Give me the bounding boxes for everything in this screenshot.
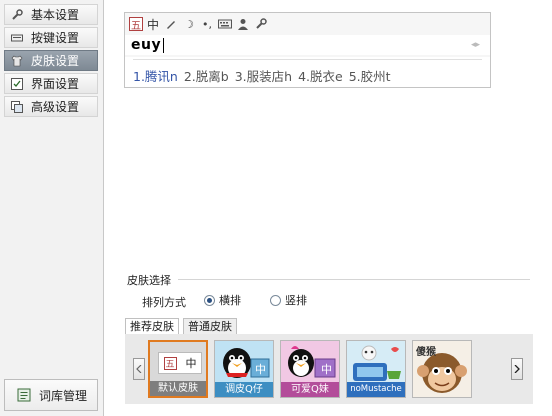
- candidate-item[interactable]: 5.胶州t: [349, 66, 391, 85]
- user-icon[interactable]: [235, 17, 251, 31]
- skin-thumb-default[interactable]: 五 中 默认皮肤: [148, 340, 208, 398]
- candidate-item[interactable]: 3.服装店h: [235, 66, 292, 85]
- sidebar-item-skin-settings[interactable]: 皮肤设置: [4, 50, 98, 71]
- sidebar: 基本设置 按键设置 皮肤设置 界面设置 高级设置 词库管理: [0, 0, 104, 416]
- ime-toolbar: 五 中 ☽ •,: [129, 16, 269, 32]
- sidebar-item-label: 按键设置: [31, 31, 80, 45]
- candidate-list: 1.腾讯n 2.脱离b 3.服装店h 4.脱衣e 5.胶州t: [133, 66, 397, 85]
- skin-tabs: 推荐皮肤 普通皮肤: [125, 318, 533, 335]
- radio-label: 横排: [219, 294, 241, 307]
- skin-thumb-q-girl[interactable]: 中 可爱Q妹: [280, 340, 340, 398]
- chevron-right-icon: [514, 365, 520, 373]
- section-divider: [178, 279, 530, 280]
- scroll-right-button[interactable]: [511, 358, 523, 380]
- sort-vertical-radio[interactable]: 竖排: [270, 292, 307, 308]
- keyboard-icon: [11, 32, 23, 44]
- chevron-left-icon: [136, 365, 142, 373]
- candidate-divider: [133, 59, 482, 60]
- sidebar-item-label: 高级设置: [31, 100, 80, 114]
- chinese-mode-icon: 中: [321, 363, 332, 376]
- skin-select-title: 皮肤选择: [127, 274, 171, 287]
- sidebar-nav: 基本设置 按键设置 皮肤设置 界面设置 高级设置: [4, 4, 98, 119]
- chinese-mode-icon: 中: [185, 357, 197, 370]
- candidate-item[interactable]: 1.腾讯n: [133, 66, 178, 85]
- sort-horizontal-radio[interactable]: 横排: [204, 292, 241, 308]
- soft-keyboard-icon[interactable]: [217, 17, 233, 31]
- ime-input-text: euy: [131, 37, 162, 53]
- wubi-logo-icon: 五: [163, 356, 177, 370]
- sidebar-item-label: 界面设置: [31, 77, 80, 91]
- tab-recommended-skins[interactable]: 推荐皮肤: [125, 318, 179, 335]
- main-panel: 五 中 ☽ •, euy ◂▸ 1.腾讯n 2.脱离b 3.服装店h 4.脱衣e…: [112, 0, 552, 416]
- wrench-icon: [11, 8, 23, 21]
- sidebar-item-basic-settings[interactable]: 基本设置: [4, 4, 98, 25]
- sidebar-item-label: 基本设置: [31, 8, 80, 22]
- skin-gallery: 五 中 默认皮肤 中 调皮Q仔 中 可爱Q妹 noMustache 傻猴: [125, 334, 533, 404]
- skin-thumb-q-boy[interactable]: 中 调皮Q仔: [214, 340, 274, 398]
- skin-thumb-label: noMustache: [347, 382, 405, 397]
- chinese-mode-icon: 中: [255, 363, 266, 376]
- chinese-mode-icon[interactable]: 中: [145, 17, 161, 32]
- moon-icon[interactable]: ☽: [181, 17, 197, 31]
- skin-thumb-label: 默认皮肤: [150, 381, 206, 396]
- radio-label: 竖排: [285, 294, 307, 307]
- pen-icon[interactable]: [163, 17, 179, 31]
- skin-thumb-label: 可爱Q妹: [281, 382, 339, 397]
- sidebar-item-advanced-settings[interactable]: 高级设置: [4, 96, 98, 117]
- skin-thumb-title: 傻猴: [416, 347, 436, 358]
- default-skin-preview: 五 中: [158, 352, 202, 374]
- sort-label: 排列方式: [142, 296, 186, 309]
- radio-indicator[interactable]: [270, 294, 281, 306]
- ime-input-row: euy ◂▸: [125, 35, 490, 55]
- candidate-item[interactable]: 4.脱衣e: [298, 66, 343, 85]
- text-caret: [163, 38, 164, 53]
- candidate-item[interactable]: 2.脱离b: [184, 66, 229, 85]
- candidate-bar: 1.腾讯n 2.脱离b 3.服装店h 4.脱衣e 5.胶州t: [125, 57, 490, 87]
- ime-preview: 五 中 ☽ •, euy ◂▸ 1.腾讯n 2.脱离b 3.服装店h 4.脱衣e…: [124, 12, 491, 88]
- radio-indicator[interactable]: [204, 294, 215, 306]
- advanced-icon: [11, 100, 23, 113]
- settings-wrench-icon[interactable]: [253, 17, 269, 31]
- dictionary-manage-button[interactable]: 词库管理: [4, 379, 98, 411]
- shirt-icon: [11, 55, 23, 67]
- sidebar-item-key-settings[interactable]: 按键设置: [4, 27, 98, 48]
- skin-thumb-label: 调皮Q仔: [215, 382, 273, 397]
- window-icon: [11, 77, 23, 90]
- tab-normal-skins[interactable]: 普通皮肤: [183, 318, 237, 334]
- wubi-logo-icon[interactable]: 五: [129, 17, 143, 32]
- dictionary-icon: [17, 388, 31, 402]
- sidebar-item-label: 皮肤设置: [31, 54, 80, 68]
- skin-thumb-nomustache[interactable]: noMustache: [346, 340, 406, 398]
- scroll-left-button[interactable]: [133, 358, 145, 380]
- punctuation-icon[interactable]: •,: [199, 17, 215, 31]
- skin-thumb-monkey[interactable]: 傻猴: [412, 340, 472, 398]
- sidebar-item-ui-settings[interactable]: 界面设置: [4, 73, 98, 94]
- dictionary-manage-label: 词库管理: [39, 388, 88, 403]
- page-arrows-icon[interactable]: ◂▸: [471, 40, 480, 50]
